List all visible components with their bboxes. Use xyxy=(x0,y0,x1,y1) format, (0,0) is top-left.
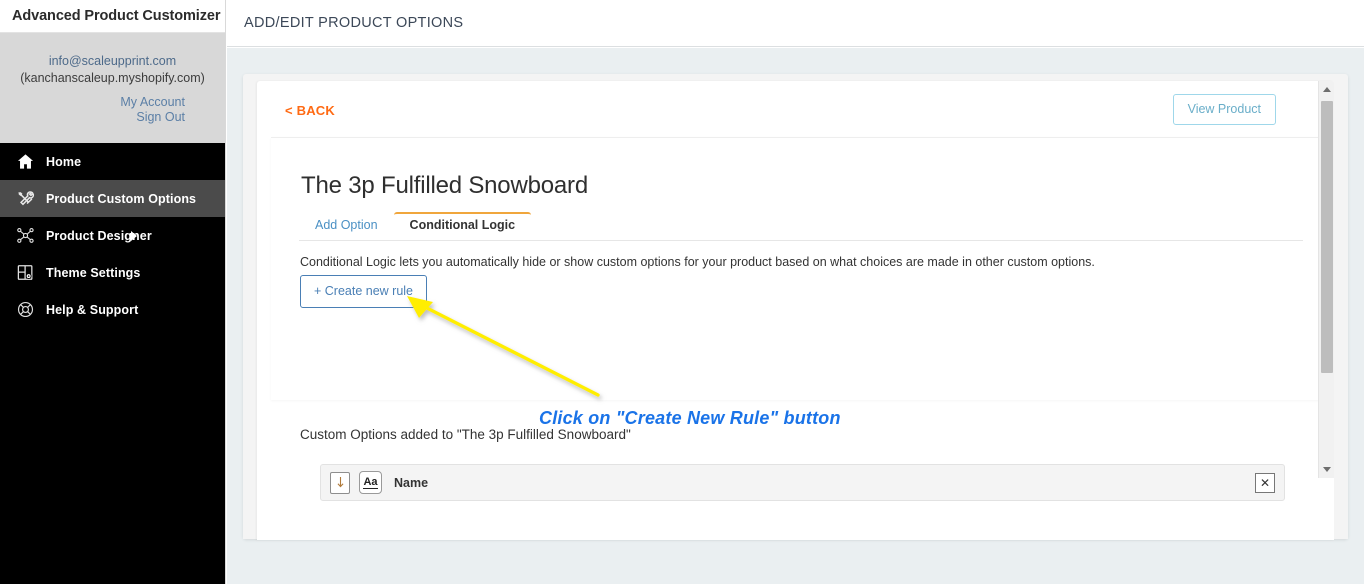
main-content: < BACK View Product The 3p Fulfilled Sno… xyxy=(227,48,1364,584)
sidebar-item-theme-settings[interactable]: Theme Settings xyxy=(0,254,225,291)
sidebar-item-label: Help & Support xyxy=(46,302,139,317)
scrollbar-thumb[interactable] xyxy=(1321,101,1333,373)
home-icon xyxy=(14,151,36,173)
nodes-icon xyxy=(14,225,36,247)
view-product-button[interactable]: View Product xyxy=(1172,94,1276,125)
sidebar-item-label: Product Custom Options xyxy=(46,191,197,206)
scroll-up-icon[interactable] xyxy=(1319,81,1334,98)
sidebar-item-home[interactable]: Home xyxy=(0,143,225,180)
sidebar-item-label: Theme Settings xyxy=(46,265,141,280)
create-new-rule-button[interactable]: + Create new rule xyxy=(300,275,428,308)
layout-gear-icon xyxy=(14,262,36,284)
content-card-outer: < BACK View Product The 3p Fulfilled Sno… xyxy=(243,74,1348,540)
text-field-type-icon: Aa xyxy=(359,471,382,494)
sidebar: Advanced Product Customizer info@scaleup… xyxy=(0,0,226,584)
vertical-scrollbar[interactable] xyxy=(1318,81,1334,478)
lifebuoy-icon xyxy=(14,299,36,321)
content-card-inner: < BACK View Product The 3p Fulfilled Sno… xyxy=(257,81,1334,540)
conditional-logic-panel: The 3p Fulfilled Snowboard Add Option Co… xyxy=(271,137,1320,400)
account-shop-domain: (kanchanscaleup.myshopify.com) xyxy=(20,71,205,85)
sidebar-item-help-support[interactable]: Help & Support xyxy=(0,291,225,328)
account-email: info@scaleupprint.com xyxy=(48,54,177,68)
page-header: ADD/EDIT PRODUCT OPTIONS xyxy=(227,0,1364,47)
scroll-down-icon[interactable] xyxy=(1319,461,1334,478)
product-title: The 3p Fulfilled Snowboard xyxy=(301,172,588,199)
sidebar-nav: Home Product Custom Options Product Desi… xyxy=(0,143,225,328)
sidebar-item-product-custom-options[interactable]: Product Custom Options xyxy=(0,180,225,217)
sign-out-link[interactable]: Sign Out xyxy=(14,110,185,125)
type-icon-label: Aa xyxy=(363,476,378,489)
app-root: Advanced Product Customizer info@scaleup… xyxy=(0,0,1364,584)
option-name-label: Name xyxy=(394,475,429,490)
account-box: info@scaleupprint.com (kanchanscaleup.my… xyxy=(0,33,225,143)
card-toolbar: < BACK View Product xyxy=(257,81,1334,137)
brand-title: Advanced Product Customizer xyxy=(12,8,221,24)
tab-conditional-logic[interactable]: Conditional Logic xyxy=(393,212,532,240)
conditional-logic-description: Conditional Logic lets you automatically… xyxy=(300,255,1095,269)
chevron-right-icon xyxy=(131,230,137,241)
sidebar-item-product-designer[interactable]: Product Designer xyxy=(0,217,225,254)
sort-handle-icon[interactable] xyxy=(330,471,350,494)
tools-icon xyxy=(14,188,36,210)
tab-add-option[interactable]: Add Option xyxy=(299,214,394,240)
list-item[interactable]: Aa Name ✕ xyxy=(320,464,1285,501)
tab-bar: Add Option Conditional Logic xyxy=(299,212,1303,241)
back-link[interactable]: < BACK xyxy=(285,103,335,118)
account-links: My Account Sign Out xyxy=(14,95,211,125)
my-account-link[interactable]: My Account xyxy=(14,95,185,110)
close-icon[interactable]: ✕ xyxy=(1255,472,1275,493)
sidebar-item-label: Home xyxy=(46,154,82,169)
brand-header: Advanced Product Customizer xyxy=(0,0,225,33)
page-title: ADD/EDIT PRODUCT OPTIONS xyxy=(244,15,464,31)
custom-options-heading: Custom Options added to "The 3p Fulfille… xyxy=(300,427,631,442)
custom-options-section: Custom Options added to "The 3p Fulfille… xyxy=(271,400,1320,501)
